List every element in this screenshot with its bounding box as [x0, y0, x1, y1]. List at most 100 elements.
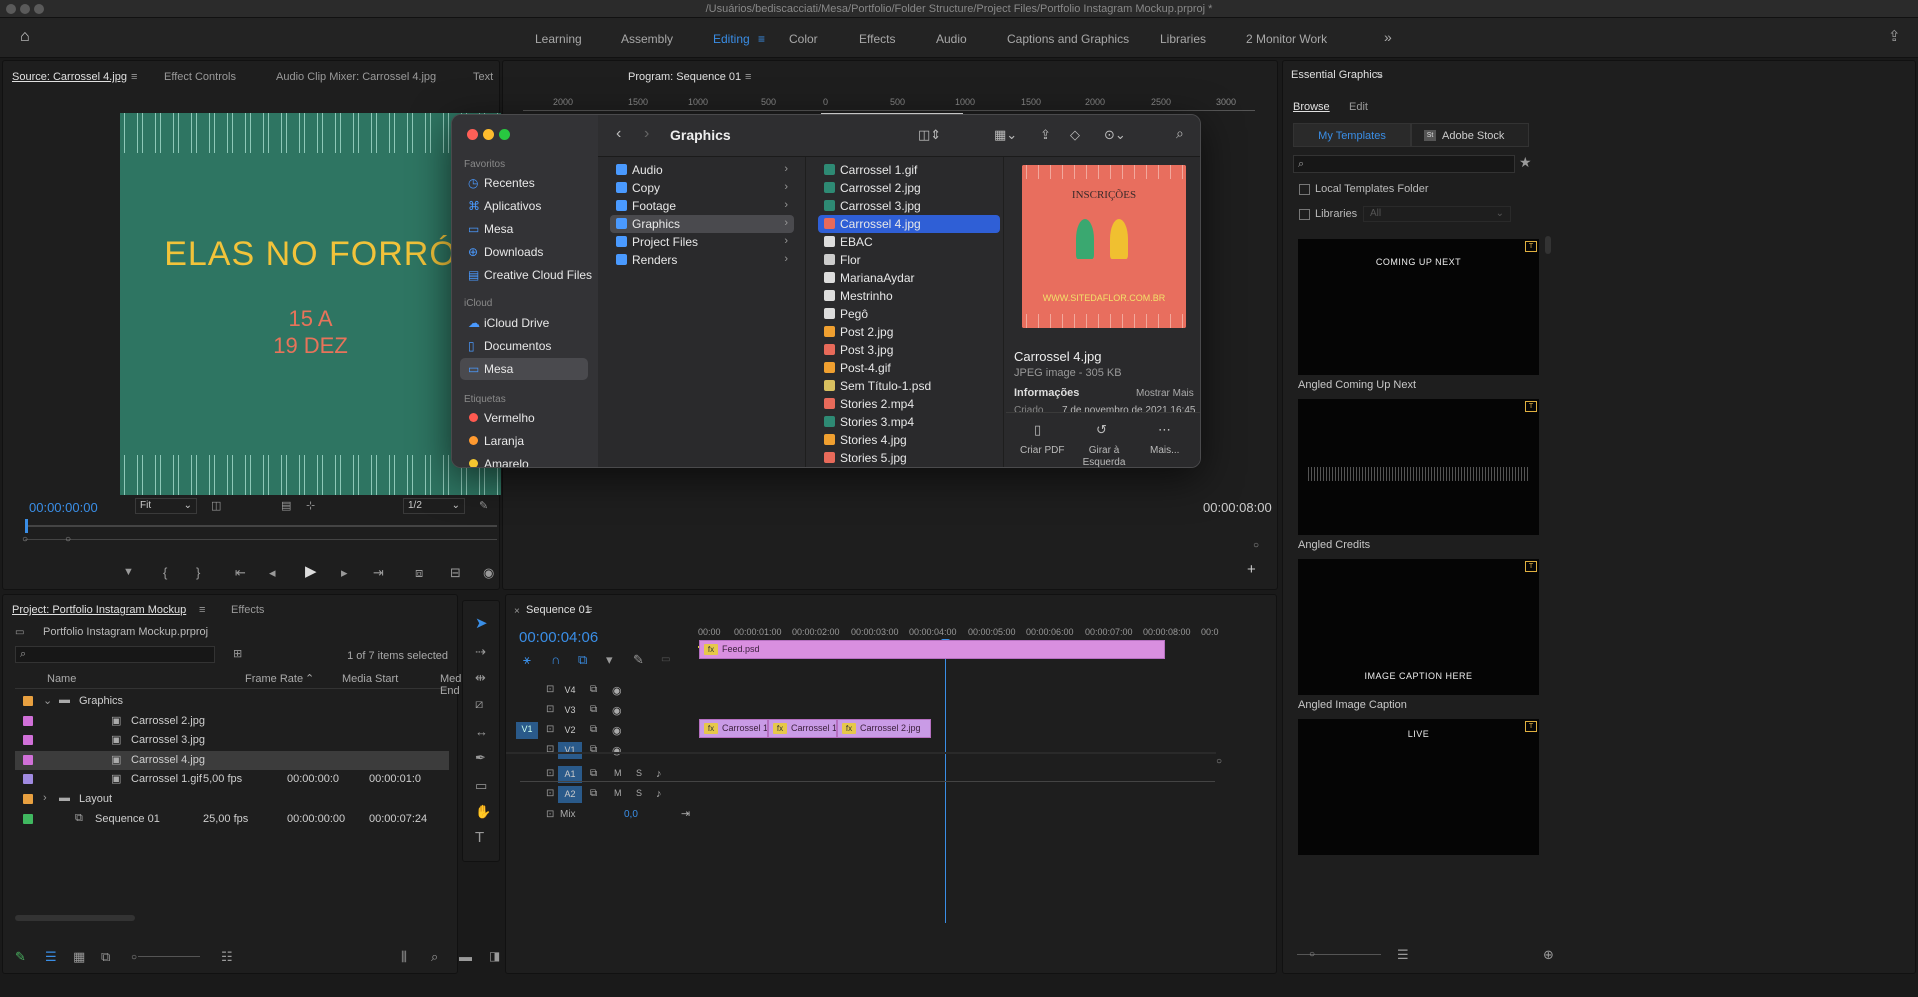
automate-to-sequence-icon[interactable]: ⫼	[401, 950, 407, 963]
add-marker-icon[interactable]: ▾	[606, 653, 613, 666]
tab-project[interactable]: Project: Portfolio Instagram Mockup	[12, 604, 186, 616]
sidebar-tag[interactable]: Laranja	[460, 430, 588, 452]
type-tool-icon[interactable]: T	[475, 830, 484, 845]
wrench-icon[interactable]: ✎	[479, 500, 488, 513]
template-card[interactable]: T IMAGE CAPTION HERE	[1298, 559, 1539, 695]
track-label-v1[interactable]: V1	[558, 742, 582, 759]
mark-out-icon[interactable]: }	[196, 566, 200, 579]
insert-marker-icon[interactable]: ◫	[211, 500, 221, 513]
source-patch-v1[interactable]: V1	[516, 722, 538, 739]
slip-tool-icon[interactable]: ↔	[475, 725, 488, 738]
lock-icon[interactable]: ⊡	[546, 684, 554, 695]
sort-icons-icon[interactable]: ☷	[221, 950, 233, 963]
go-to-in-icon[interactable]: ⇤	[235, 566, 246, 579]
tag-icon[interactable]: ◇	[1070, 128, 1080, 141]
fit-select[interactable]: Fit ⌄	[135, 498, 197, 514]
project-row[interactable]: ▣ Carrossel 2.jpg	[15, 712, 449, 731]
sidebar-item-creative-cloud[interactable]: ▤ Creative Cloud Files	[460, 264, 592, 286]
resolution-select[interactable]: 1/2 ⌄	[403, 498, 465, 514]
create-pdf-action[interactable]: Criar PDF	[1020, 445, 1064, 456]
new-item-icon[interactable]: ◨	[489, 950, 500, 963]
workspace-effects[interactable]: Effects	[859, 32, 895, 46]
mix-value[interactable]: 0,0	[624, 809, 638, 820]
step-forward-icon[interactable]: ▸	[341, 566, 348, 579]
sync-lock-icon[interactable]: ⧉	[590, 704, 597, 715]
project-row[interactable]: ⌄ ▬ Graphics	[15, 692, 449, 711]
workspace-audio[interactable]: Audio	[936, 32, 967, 46]
back-icon[interactable]: ‹	[616, 126, 621, 142]
eye-icon[interactable]: ◉	[612, 724, 622, 737]
folder-item[interactable]: Audio ›	[610, 161, 794, 179]
label-color-swatch[interactable]	[23, 696, 33, 706]
sidebar-item-icloud-2[interactable]: ▭ Mesa	[460, 358, 588, 380]
workspace-menu-icon[interactable]: ≡	[758, 32, 765, 46]
tab-sequence[interactable]: Sequence 01	[526, 604, 591, 616]
slider-handle-icon[interactable]: ○	[1309, 948, 1315, 961]
rotate-left-action[interactable]: Girar à Esquerda	[1082, 445, 1126, 467]
source-scrubber[interactable]	[25, 525, 497, 527]
file-item[interactable]: EBAC	[818, 233, 1000, 251]
label-color-swatch[interactable]	[23, 813, 33, 824]
more-workspaces-icon[interactable]: »	[1384, 29, 1392, 45]
workspace-color[interactable]: Color	[789, 32, 818, 46]
favorites-star-icon[interactable]: ★	[1519, 155, 1532, 169]
close-tab-icon[interactable]: ×	[514, 605, 520, 618]
more-icon[interactable]: ⋯	[1158, 423, 1171, 436]
workspace-assembly[interactable]: Assembly	[621, 32, 673, 46]
expand-open-icon[interactable]: ⌄	[43, 694, 52, 707]
clip-v1-feed[interactable]: fx Feed.psd	[699, 640, 1165, 659]
project-row[interactable]: ▣ Carrossel 4.jpg	[15, 750, 449, 770]
sidebar-item-desktop[interactable]: ▭ Mesa	[460, 218, 588, 240]
panel-menu-icon[interactable]: ≡	[745, 71, 751, 83]
col-frame-rate[interactable]: Frame Rate	[245, 673, 303, 685]
overwrite-icon[interactable]: ⊟	[450, 566, 461, 579]
zoom-button[interactable]	[499, 129, 510, 140]
folder-item[interactable]: Footage ›	[610, 197, 794, 215]
document-icon[interactable]: ▯	[1034, 423, 1041, 436]
label-color-swatch[interactable]	[23, 715, 33, 726]
file-item[interactable]: Carrossel 4.jpg	[818, 215, 1000, 233]
zoom-slider[interactable]	[138, 956, 200, 957]
forward-icon[interactable]: ›	[644, 126, 649, 142]
drag-video-icon[interactable]: ▤	[281, 500, 291, 513]
workspace-captions-graphics[interactable]: Captions and Graphics	[1007, 32, 1129, 46]
show-more-link[interactable]: Mostrar Mais	[1136, 388, 1194, 399]
file-item[interactable]: Flor	[818, 251, 1000, 269]
zoom-handle-right-icon[interactable]: ○	[65, 533, 71, 546]
file-item[interactable]: Post-4.gif	[818, 359, 1000, 377]
tab-effect-controls[interactable]: Effect Controls	[164, 71, 236, 83]
file-item[interactable]: Sem Título-1.psd	[818, 377, 1000, 395]
col-name[interactable]: Name	[47, 673, 76, 685]
workspace-learning[interactable]: Learning	[535, 32, 582, 46]
home-icon[interactable]: ⌂	[20, 29, 30, 45]
track-select-tool-icon[interactable]: ⇢	[475, 645, 486, 658]
play-icon[interactable]: ▶	[305, 564, 317, 579]
source-zoom-bar[interactable]	[25, 539, 497, 540]
snap-icon[interactable]: ∩	[551, 653, 560, 666]
file-item[interactable]: MarianaAydar	[818, 269, 1000, 287]
solo-button[interactable]: S	[636, 768, 642, 778]
lock-icon[interactable]: ⊡	[546, 788, 554, 799]
label-color-swatch[interactable]	[23, 754, 33, 765]
column-view-icon[interactable]: ◫⇕	[918, 128, 941, 141]
tab-program[interactable]: Program: Sequence 01	[628, 71, 741, 83]
mute-button[interactable]: M	[614, 788, 622, 798]
sidebar-item-downloads[interactable]: ⊕ Downloads	[460, 241, 588, 263]
ripple-edit-tool-icon[interactable]: ⇹	[475, 671, 486, 684]
project-row[interactable]: › ▬ Layout	[15, 790, 449, 809]
clip-v2-1[interactable]: fx Carrossel 1.gi	[768, 719, 837, 738]
add-button-icon[interactable]: +	[1247, 562, 1256, 577]
step-back-icon[interactable]: ◂	[269, 566, 276, 579]
captions-icon[interactable]: ▭	[661, 653, 670, 666]
sync-lock-icon[interactable]: ⧉	[590, 788, 597, 799]
tab-source[interactable]: Source: Carrossel 4.jpg	[12, 71, 127, 83]
libraries-checkbox[interactable]	[1299, 209, 1310, 220]
file-item[interactable]: Post 3.jpg	[818, 341, 1000, 359]
timeline-playhead[interactable]	[945, 641, 946, 923]
file-item[interactable]: Stories 5.jpg	[818, 449, 1000, 467]
project-row[interactable]: ▣ Carrossel 3.jpg	[15, 731, 449, 750]
install-template-icon[interactable]: ⊕	[1543, 948, 1554, 961]
file-item[interactable]: Pegô	[818, 305, 1000, 323]
pencil-icon[interactable]: ✎	[15, 950, 26, 963]
folder-item[interactable]: Graphics ›	[610, 215, 794, 233]
